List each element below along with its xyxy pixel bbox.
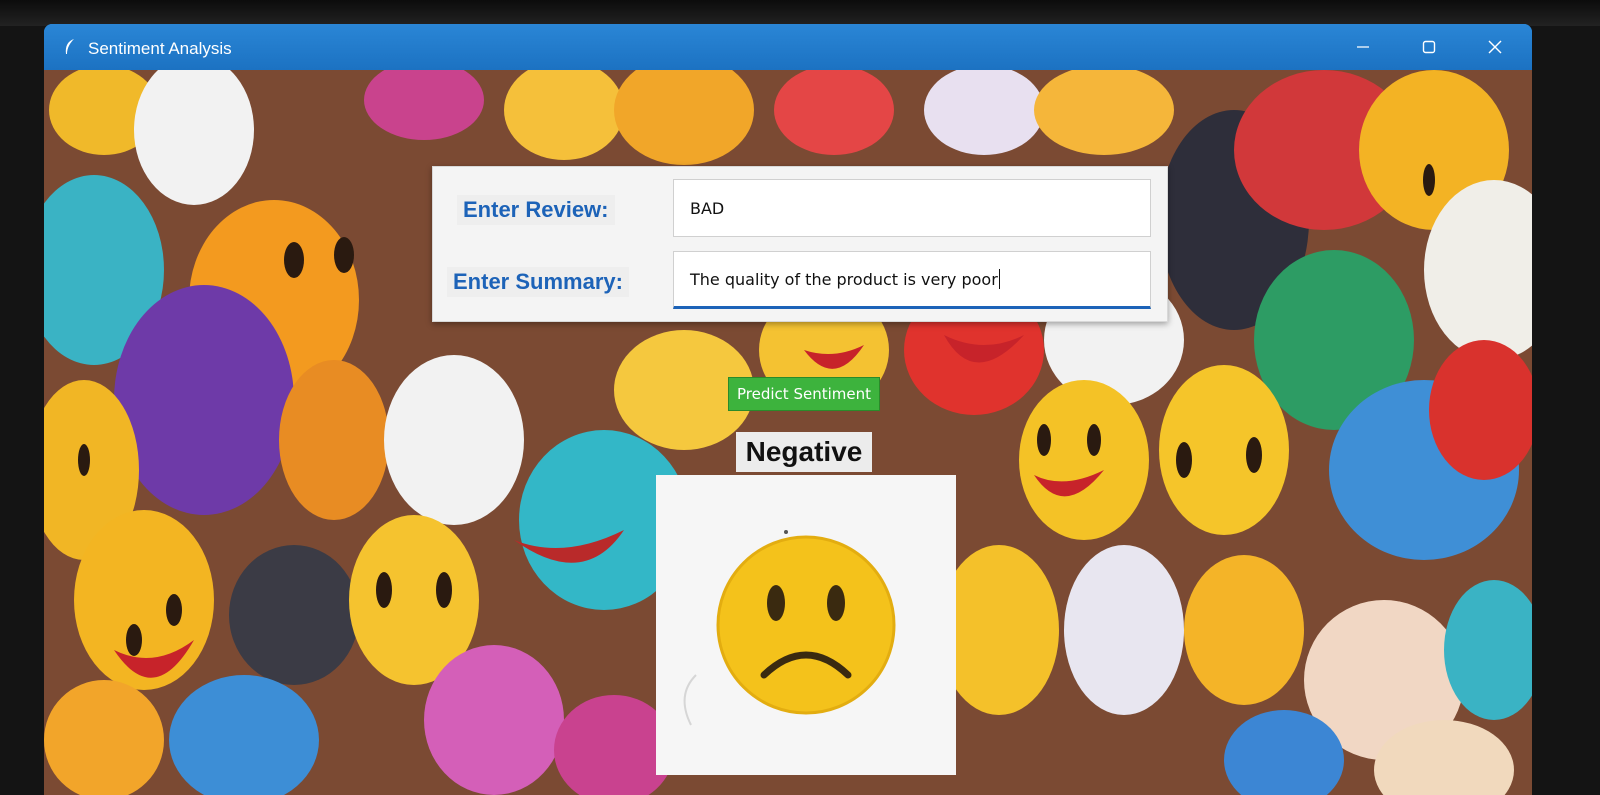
sad-face-icon xyxy=(683,530,896,726)
monitor-bezel xyxy=(0,0,1600,26)
summary-input[interactable]: The quality of the product is very poor xyxy=(673,251,1151,309)
input-form-panel: Enter Review: BAD Enter Summary: The qua… xyxy=(432,166,1168,322)
close-button[interactable] xyxy=(1462,24,1528,70)
title-bar[interactable]: Sentiment Analysis xyxy=(44,24,1532,70)
review-input-value: BAD xyxy=(690,198,725,218)
feather-icon xyxy=(65,39,74,54)
summary-label: Enter Summary: xyxy=(447,267,629,297)
predict-sentiment-button[interactable]: Predict Sentiment xyxy=(728,377,880,411)
summary-input-value: The quality of the product is very poor xyxy=(690,269,998,289)
maximize-icon xyxy=(1422,40,1436,54)
maximize-button[interactable] xyxy=(1396,24,1462,70)
review-label: Enter Review: xyxy=(457,195,615,225)
minimize-button[interactable] xyxy=(1330,24,1396,70)
result-image-panel xyxy=(656,475,956,775)
review-input[interactable]: BAD xyxy=(673,179,1151,237)
app-content: Enter Review: BAD Enter Summary: The qua… xyxy=(44,70,1532,795)
window-title: Sentiment Analysis xyxy=(88,39,232,58)
minimize-icon xyxy=(1357,46,1369,48)
sentiment-result-label: Negative xyxy=(736,432,872,472)
text-caret xyxy=(998,269,1000,289)
app-window: Sentiment Analysis Enter Review: BAD Ent… xyxy=(44,24,1532,795)
close-icon xyxy=(1488,40,1502,54)
